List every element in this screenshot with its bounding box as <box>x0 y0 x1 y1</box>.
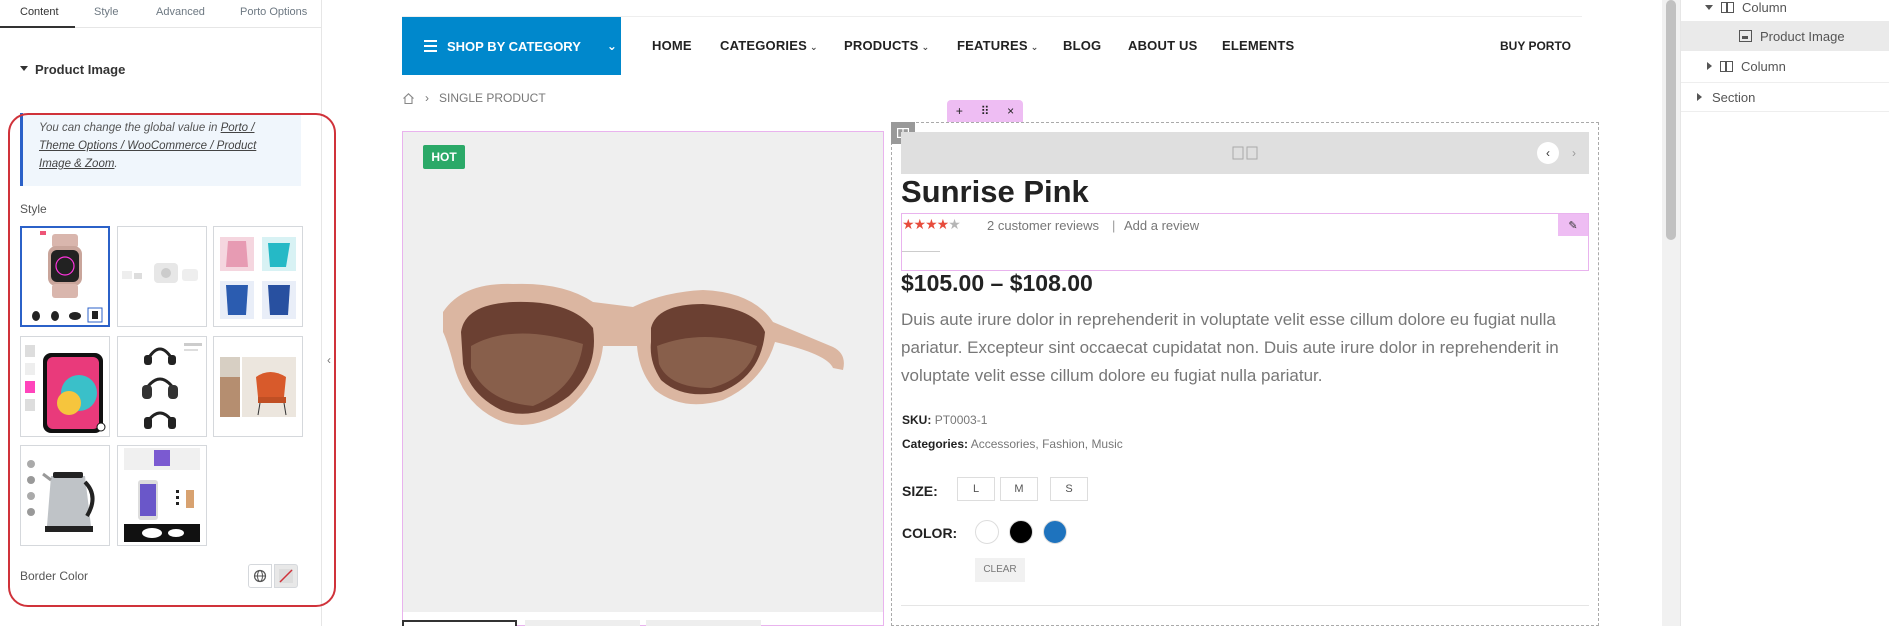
category-link[interactable]: Fashion <box>1042 437 1085 451</box>
pencil-icon: ✎ <box>1568 219 1578 232</box>
caret-down-icon <box>20 66 28 72</box>
active-tab-indicator <box>0 26 75 28</box>
divider <box>901 605 1589 606</box>
chevron-down-icon: ⌄ <box>606 39 617 53</box>
tab-advanced[interactable]: Advanced <box>156 6 205 18</box>
color-option-black[interactable] <box>1009 520 1033 544</box>
nav-features[interactable]: FEATURES ⌄ <box>957 38 1038 53</box>
product-image-widget-outline <box>402 131 884 626</box>
navigator-item-product-image[interactable]: Product Image <box>1681 21 1889 51</box>
clear-selection-button[interactable]: CLEAR <box>975 558 1025 582</box>
column-icon <box>1720 60 1733 72</box>
scrollbar-thumb[interactable] <box>1666 0 1676 240</box>
nav-elements-label: ELEMENTS <box>1222 38 1295 53</box>
chevron-down-icon: ⌄ <box>810 42 818 52</box>
section-edit-toolbar: + ⠿ × <box>947 100 1023 122</box>
sku-value: PT0003-1 <box>934 413 988 427</box>
collapse-panel-icon[interactable]: ‹ <box>322 350 336 370</box>
chevron-down-icon: ⌄ <box>921 42 930 52</box>
categories-label: Categories: <box>902 437 969 451</box>
size-option[interactable]: S <box>1050 477 1088 501</box>
hot-badge: HOT <box>423 145 465 169</box>
breadcrumb-separator-icon: › <box>425 91 429 105</box>
categories-row: Categories: Accessories, Fashion, Music <box>902 437 1123 451</box>
section-header-product-image[interactable]: Product Image <box>20 62 125 77</box>
product-title: Sunrise Pink <box>901 174 1089 209</box>
home-icon[interactable] <box>402 92 415 105</box>
gallery-thumb-2[interactable] <box>525 620 640 626</box>
caret-right-icon <box>1707 62 1712 70</box>
gallery-thumb-1[interactable] <box>402 620 517 626</box>
nav-products[interactable]: PRODUCTS ⌄ <box>844 38 929 53</box>
preview-canvas: SHOP BY CATEGORY ⌄ HOME CATEGORIES ⌄ PROD… <box>336 0 1662 626</box>
annotation-highlight <box>8 113 336 607</box>
nav-categories[interactable]: CATEGORIES ⌄ <box>720 38 818 53</box>
structure-navigator: Column Product Image Column Section <box>1680 0 1889 626</box>
divider <box>902 251 940 252</box>
tab-content[interactable]: Content <box>20 6 59 18</box>
section-title: Product Image <box>35 62 126 77</box>
gallery-thumb-3[interactable] <box>646 620 761 626</box>
nav-products-label: PRODUCTS <box>844 38 919 53</box>
customer-reviews-link[interactable]: 2 customer reviews <box>987 218 1099 233</box>
nav-home-label: HOME <box>652 38 692 53</box>
review-separator: | <box>1112 218 1116 233</box>
chevron-down-icon: ⌄ <box>1030 42 1039 52</box>
editor-panel: Content Style Advanced Porto Options Pro… <box>0 0 336 626</box>
add-review-link[interactable]: Add a review <box>1124 218 1199 233</box>
color-label: COLOR: <box>902 525 958 541</box>
prev-product-icon[interactable]: ‹ <box>1537 142 1559 164</box>
navigator-item-column[interactable]: Column <box>1681 0 1889 22</box>
navigator-item-label: Product Image <box>1760 28 1845 44</box>
category-link[interactable]: Music <box>1091 437 1122 451</box>
canvas-scrollbar[interactable] <box>1662 0 1680 626</box>
category-link[interactable]: Accessories <box>971 437 1036 451</box>
product-description: Duis aute irure dolor in reprehenderit i… <box>901 310 1559 385</box>
tab-porto-options[interactable]: Porto Options <box>240 6 307 18</box>
shop-by-category-label: SHOP BY CATEGORY <box>447 38 581 54</box>
next-product-icon[interactable]: › <box>1563 142 1585 164</box>
column-icon <box>1721 1 1734 13</box>
star-rating: ★★★★★ <box>902 216 961 232</box>
size-option[interactable]: M <box>1000 477 1038 501</box>
navigator-item-section[interactable]: Section <box>1681 82 1889 112</box>
tab-style[interactable]: Style <box>94 6 118 18</box>
nav-blog[interactable]: BLOG <box>1063 38 1101 53</box>
nav-home[interactable]: HOME <box>652 38 692 53</box>
navigator-item-column[interactable]: Column <box>1681 51 1889 81</box>
product-nav-placeholder <box>901 132 1589 174</box>
nav-about-us[interactable]: ABOUT US <box>1128 38 1198 53</box>
color-option-blue[interactable] <box>1043 520 1067 544</box>
nav-features-label: FEATURES <box>957 38 1028 53</box>
nav-categories-label: CATEGORIES <box>720 38 807 53</box>
navigator-item-label: Column <box>1742 0 1787 15</box>
menu-icon <box>424 40 437 52</box>
placeholder-icon <box>1232 146 1258 160</box>
size-label: SIZE: <box>902 483 938 499</box>
size-option[interactable]: L <box>957 477 995 501</box>
buy-porto-link[interactable]: BUY PORTO <box>1500 39 1571 53</box>
caret-right-icon <box>1697 93 1702 101</box>
close-icon[interactable]: × <box>1007 104 1014 118</box>
add-icon[interactable]: + <box>956 104 963 118</box>
sku-row: SKU: PT0003-1 <box>902 413 987 427</box>
edit-widget-button[interactable]: ✎ <box>1558 214 1588 236</box>
caret-down-icon <box>1705 4 1713 10</box>
panel-tabs: Content Style Advanced Porto Options <box>0 0 322 28</box>
breadcrumb-current: SINGLE PRODUCT <box>439 91 546 105</box>
nav-elements[interactable]: ELEMENTS <box>1222 38 1294 53</box>
sku-label: SKU: <box>902 413 932 427</box>
shop-by-category-button[interactable]: SHOP BY CATEGORY ⌄ <box>402 17 621 75</box>
breadcrumb: › SINGLE PRODUCT <box>402 91 546 105</box>
image-icon <box>1739 30 1752 42</box>
product-price: $105.00 – $108.00 <box>901 270 1093 296</box>
drag-handle-icon[interactable]: ⠿ <box>981 104 990 118</box>
nav-blog-label: BLOG <box>1063 38 1102 53</box>
navigator-item-label: Section <box>1712 89 1756 105</box>
navigator-item-label: Column <box>1741 58 1786 74</box>
color-option-white[interactable] <box>975 520 999 544</box>
nav-about-us-label: ABOUT US <box>1128 38 1198 53</box>
